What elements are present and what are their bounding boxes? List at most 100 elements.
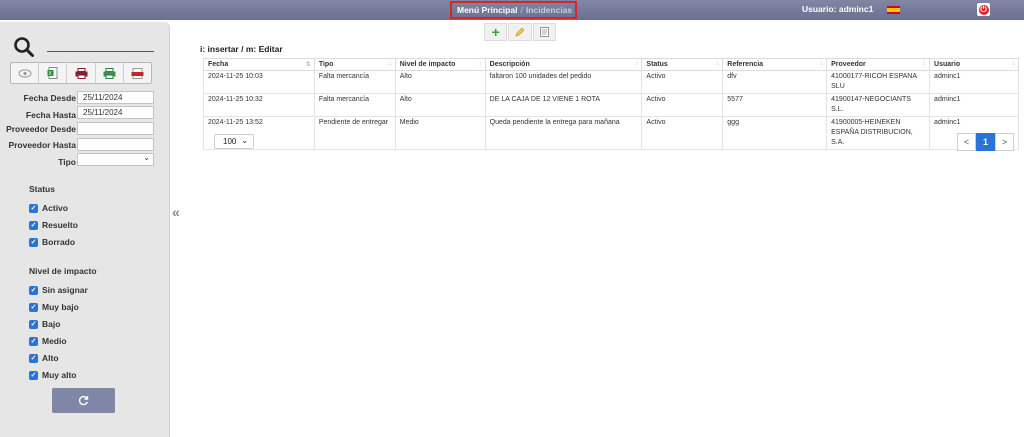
table-cell: Activo	[641, 116, 724, 150]
checkbox-checked-icon[interactable]: ✓	[29, 370, 38, 380]
status-section-title: Status	[29, 184, 55, 194]
checkbox-checked-icon[interactable]: ✓	[29, 285, 38, 295]
sort-icon[interactable]: ↕	[820, 61, 823, 67]
sort-icon[interactable]: ↕	[923, 61, 926, 67]
excel-export-button[interactable]: X	[39, 63, 68, 83]
main-toolbar: +	[484, 23, 557, 41]
table-cell: Medio	[394, 116, 486, 150]
excel-icon: X	[47, 67, 58, 79]
table-cell: Alto	[394, 93, 486, 117]
proveedor-hasta-label: Proveedor Hasta	[8, 140, 76, 150]
table-cell: 41900147-NEGOCIANTS S.L.	[826, 93, 931, 117]
impact-checkbox-label: Alto	[42, 353, 59, 363]
impact-checkbox-row[interactable]: ✓ Muy bajo	[29, 301, 79, 313]
table-cell: dfv	[722, 70, 828, 94]
document-icon	[539, 27, 549, 37]
status-checkbox-row[interactable]: ✓ Resuelto	[29, 219, 78, 231]
impact-checkbox-label: Medio	[42, 336, 67, 346]
print-preview-button[interactable]	[96, 63, 124, 83]
impact-section-title: Nivel de impacto	[29, 266, 97, 276]
impact-checkbox-row[interactable]: ✓ Bajo	[29, 318, 60, 330]
checkbox-checked-icon[interactable]: ✓	[29, 203, 38, 213]
table-cell: 5577	[722, 93, 828, 117]
column-header-label: Status	[646, 61, 668, 68]
status-checkbox-label: Activo	[42, 203, 68, 213]
add-button[interactable]: +	[484, 23, 508, 41]
search-input[interactable]	[47, 51, 154, 52]
pdf-export-button[interactable]	[124, 63, 151, 83]
column-header[interactable]: Descripción ↕	[484, 58, 643, 71]
status-checkbox-row[interactable]: ✓ Activo	[29, 202, 68, 214]
edit-icon	[515, 27, 525, 37]
breadcrumb-separator: /	[520, 5, 523, 15]
column-header-label: Tipo	[318, 61, 334, 68]
table-body: 2024-11-25 10:03 Falta mercancía Alto falta…	[203, 70, 1019, 150]
edit-button[interactable]	[508, 23, 532, 41]
page-1-button[interactable]: 1	[976, 133, 995, 151]
checkbox-checked-icon[interactable]: ✓	[29, 237, 38, 247]
status-checkbox-row[interactable]: ✓ Borrado	[29, 236, 75, 248]
logout-button[interactable]: ⏻	[977, 3, 990, 16]
table-cell: 2024-11-25 10:32	[203, 93, 315, 117]
search-icon[interactable]	[13, 36, 35, 58]
checkbox-checked-icon[interactable]: ✓	[29, 319, 38, 329]
pagination: < 1 >	[957, 133, 1014, 151]
sort-icon[interactable]: ↕	[716, 61, 719, 67]
sort-icon[interactable]: ↕	[389, 61, 392, 67]
checkbox-checked-icon[interactable]: ✓	[29, 353, 38, 363]
status-checkbox-label: Borrado	[42, 237, 76, 247]
document-button[interactable]	[532, 23, 556, 41]
column-header[interactable]: Tipo ↕	[313, 58, 396, 71]
column-header[interactable]: Fecha ⇅	[203, 58, 315, 71]
page-size-select[interactable]: 100 ⌄	[214, 134, 254, 149]
sort-icon[interactable]: ↕	[635, 61, 638, 67]
column-header[interactable]: Status ↕	[641, 58, 724, 71]
next-page-button[interactable]: >	[995, 133, 1014, 151]
checkbox-checked-icon[interactable]: ✓	[29, 336, 38, 346]
sort-icon[interactable]: ↕	[1012, 61, 1015, 67]
table-cell: ggg	[722, 116, 828, 150]
column-header-label: Usuario	[934, 61, 961, 68]
table-cell: adminc1	[929, 70, 1019, 94]
impact-checkbox-label: Muy alto	[42, 370, 77, 380]
fecha-hasta-input[interactable]: 25/11/2024	[77, 106, 154, 119]
spain-flag-icon[interactable]	[887, 6, 900, 14]
column-header[interactable]: Usuario ↕	[929, 58, 1019, 71]
view-button[interactable]	[11, 63, 40, 83]
column-header[interactable]: Nivel de impacto ↕	[394, 58, 486, 71]
table-row[interactable]: 2024-11-25 10:03 Falta mercancía Alto falta…	[203, 70, 1019, 94]
proveedor-hasta-input[interactable]	[77, 138, 154, 151]
impact-checkbox-row[interactable]: ✓ Medio	[29, 335, 67, 347]
page-size-value: 100	[223, 137, 237, 146]
table-row[interactable]: 2024-11-25 13:52 Pendiente de entregar Med…	[203, 116, 1019, 150]
table-cell: 41000177-RICOH ESPANA SLU	[826, 70, 931, 94]
table-row[interactable]: 2024-11-25 10:32 Falta mercancía Alto DE LA…	[203, 93, 1019, 117]
checkbox-checked-icon[interactable]: ✓	[29, 302, 38, 312]
proveedor-desde-row: Proveedor Desde	[0, 122, 170, 136]
column-header[interactable]: Proveedor ↕	[826, 58, 931, 71]
proveedor-desde-input[interactable]	[77, 122, 154, 135]
fecha-hasta-row: Fecha Hasta 25/11/2024	[0, 106, 170, 120]
sort-icon[interactable]: ↕	[479, 61, 482, 67]
column-header[interactable]: Referencia ↕	[722, 58, 828, 71]
sort-icon[interactable]: ⇅	[306, 61, 311, 68]
tipo-select[interactable]: ⌄	[77, 153, 154, 166]
refresh-button[interactable]	[52, 388, 115, 413]
prev-page-button[interactable]: <	[957, 133, 976, 151]
keyboard-hint: i: insertar / m: Editar	[200, 44, 283, 54]
collapse-sidebar-icon[interactable]: «	[172, 204, 180, 220]
table-cell: DE LA CAJA DE 12 VIENE 1 ROTA	[484, 93, 643, 117]
table-cell: Falta mercancía	[313, 93, 396, 117]
table-cell: faltaron 100 unidades del pedido	[484, 70, 643, 94]
fecha-desde-input[interactable]: 25/11/2024	[77, 91, 154, 104]
impact-checkbox-row[interactable]: ✓ Muy alto	[29, 369, 76, 381]
print-button[interactable]	[67, 63, 96, 83]
table-cell: Falta mercancía	[313, 70, 396, 94]
checkbox-checked-icon[interactable]: ✓	[29, 220, 38, 230]
user-label: Usuario: adminc1	[802, 4, 874, 14]
impact-checkbox-row[interactable]: ✓ Alto	[29, 352, 59, 364]
breadcrumb-home-link[interactable]: Menú Principal	[457, 5, 517, 15]
impact-checkbox-label: Muy bajo	[42, 302, 79, 312]
fecha-hasta-label: Fecha Hasta	[25, 110, 76, 120]
impact-checkbox-row[interactable]: ✓ Sin asignar	[29, 284, 88, 296]
